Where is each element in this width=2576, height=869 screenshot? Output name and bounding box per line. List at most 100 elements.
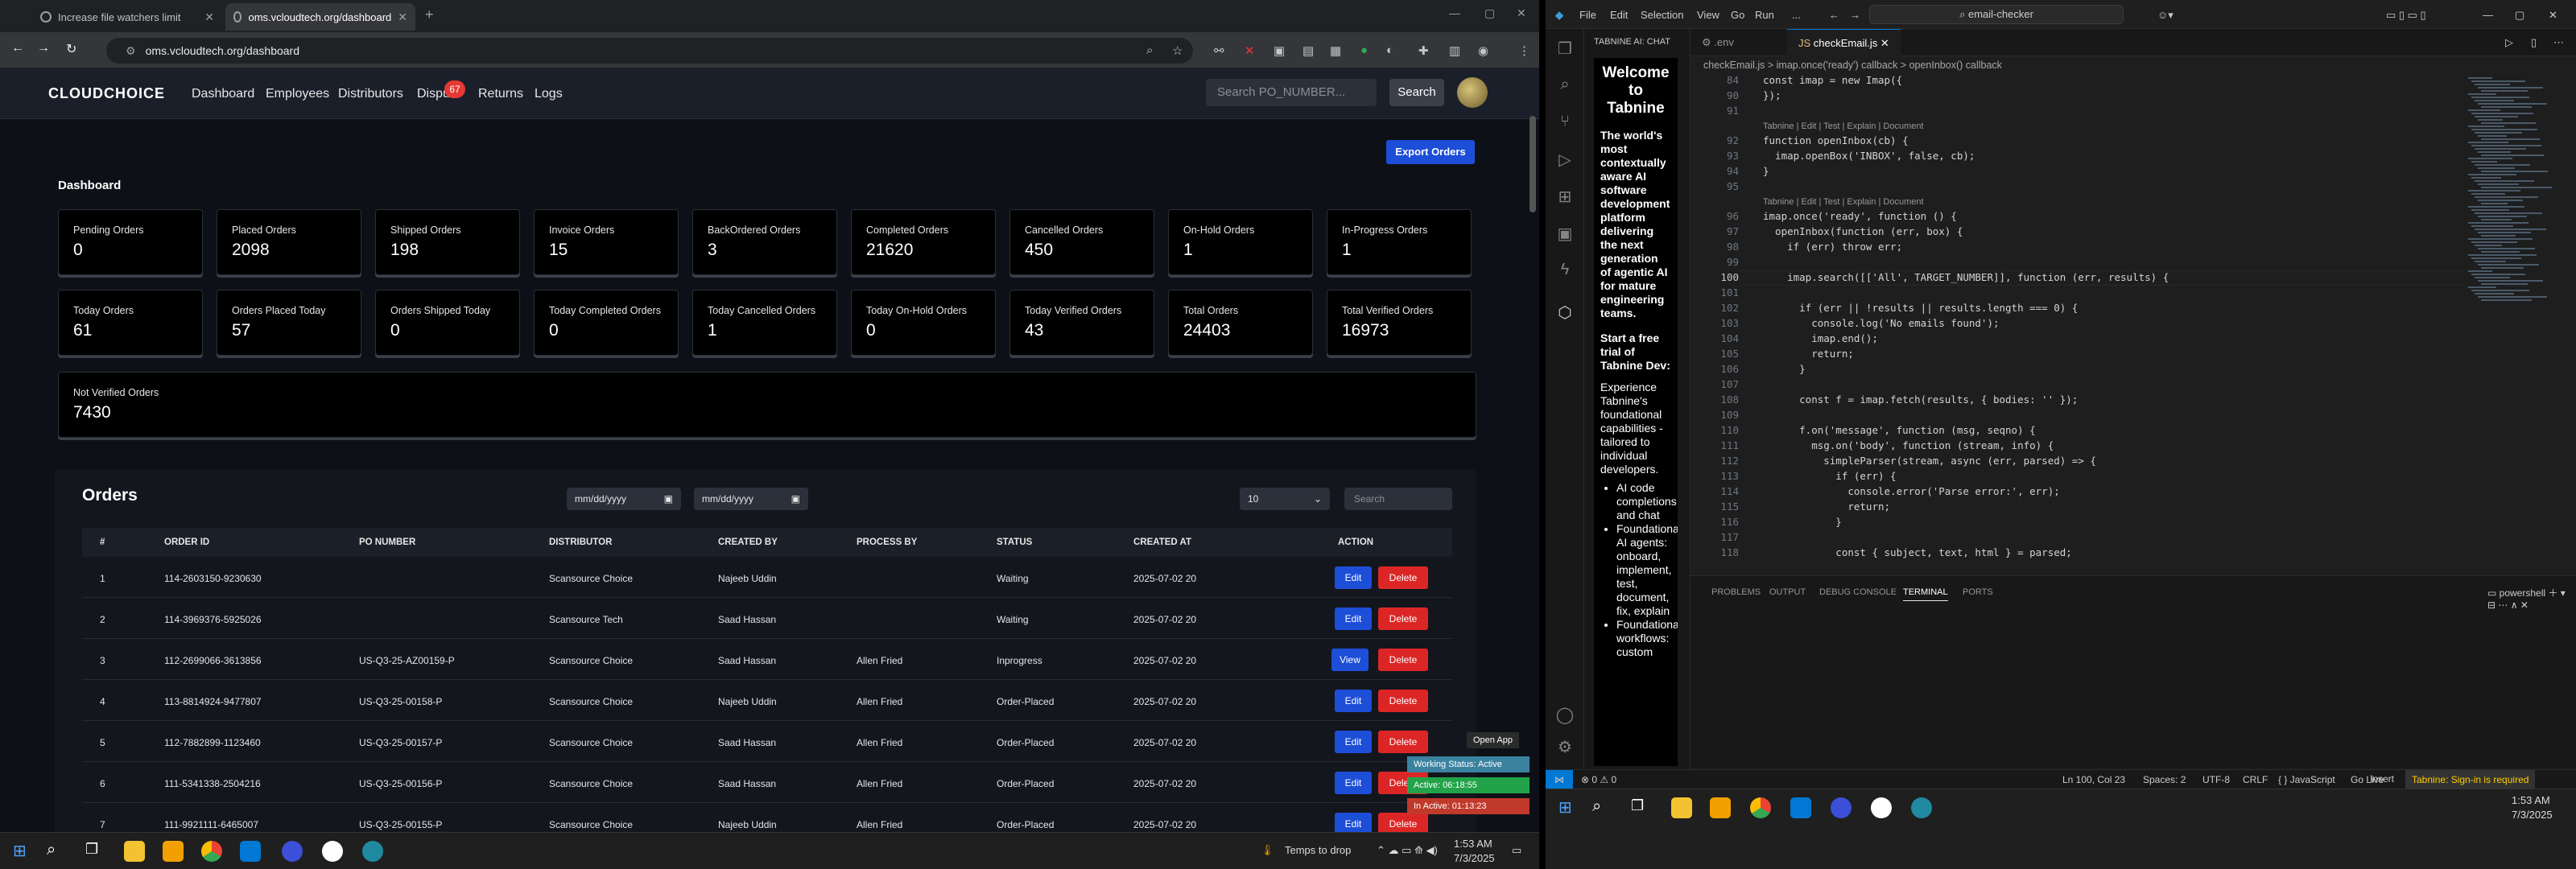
- menu-file[interactable]: File: [1579, 9, 1596, 21]
- edit-button[interactable]: Edit: [1335, 813, 1372, 832]
- panel-tab-output[interactable]: OUTPUT: [1769, 587, 1806, 597]
- app-icon[interactable]: [1871, 797, 1892, 818]
- bookmark-star-icon[interactable]: ☆: [1172, 43, 1183, 58]
- problems-count[interactable]: ⊗ 0 ⚠ 0: [1581, 774, 1616, 785]
- more-actions-icon[interactable]: ⋯: [2553, 36, 2564, 49]
- export-orders-button[interactable]: Export Orders: [1386, 140, 1475, 164]
- extensions-icon[interactable]: ⊞: [1555, 187, 1575, 206]
- reload-icon[interactable]: ↻: [66, 41, 76, 57]
- tray-icons[interactable]: ⌃ ☁ ▭ ⟰ ◀): [1377, 844, 1438, 857]
- panel-tab-terminal[interactable]: TERMINAL: [1903, 587, 1948, 601]
- search-icon[interactable]: ⌕: [1555, 76, 1575, 95]
- tabnine-icon[interactable]: ⬡: [1555, 303, 1575, 322]
- close-window-icon[interactable]: ✕: [1517, 6, 1526, 20]
- clock-time[interactable]: 1:53 AM: [2512, 794, 2550, 806]
- address-bar[interactable]: ⚙ oms.vcloudtech.org/dashboard: [106, 38, 1193, 64]
- chrome-icon[interactable]: [1750, 797, 1771, 818]
- nav-distributors[interactable]: Distributors: [338, 87, 403, 101]
- delete-button[interactable]: Delete: [1378, 731, 1428, 753]
- menu-view[interactable]: View: [1697, 9, 1719, 21]
- menu-selection[interactable]: Selection: [1641, 9, 1683, 21]
- windows-start-icon[interactable]: ⊞: [1558, 797, 1579, 818]
- chrome-icon[interactable]: [201, 841, 222, 862]
- vscode-icon[interactable]: [1790, 797, 1811, 818]
- task-view-icon[interactable]: ❐: [1631, 797, 1652, 818]
- breadcrumb[interactable]: checkEmail.js > imap.once('ready') callb…: [1703, 60, 2002, 71]
- app-icon[interactable]: [1911, 797, 1932, 818]
- extension-image-icon[interactable]: ▤: [1302, 43, 1314, 58]
- edit-button[interactable]: Edit: [1335, 772, 1372, 794]
- clock-time[interactable]: 1:53 AM: [1454, 838, 1492, 850]
- windows-start-icon[interactable]: ⊞: [13, 841, 34, 862]
- extension-chart-icon[interactable]: ▦: [1330, 43, 1341, 58]
- copilot-icon[interactable]: ☺▾: [2157, 9, 2174, 22]
- minimize-icon[interactable]: —: [1449, 6, 1460, 19]
- accounts-icon[interactable]: ◯: [1555, 705, 1575, 724]
- language-mode[interactable]: { } JavaScript: [2278, 774, 2335, 785]
- zoom-app-icon[interactable]: [282, 841, 303, 862]
- edit-button[interactable]: Edit: [1335, 607, 1372, 630]
- delete-button[interactable]: Delete: [1378, 690, 1428, 712]
- command-center[interactable]: ⌕ email-checker: [1869, 5, 2124, 24]
- zoom-app-icon[interactable]: [1831, 797, 1852, 818]
- explorer-icon[interactable]: ❐: [1555, 39, 1575, 58]
- menu-go[interactable]: Go: [1731, 9, 1744, 21]
- search-button[interactable]: Search: [1389, 79, 1444, 106]
- new-tab-button[interactable]: +: [425, 6, 434, 23]
- notification-icon[interactable]: ▭: [1512, 844, 1521, 857]
- settings-gear-icon[interactable]: ⚙: [1555, 737, 1575, 756]
- extensions-puzzle-icon[interactable]: ✚: [1418, 43, 1429, 58]
- eol[interactable]: CRLF: [2243, 774, 2268, 785]
- site-logo[interactable]: CLOUDCHOICE: [48, 85, 165, 102]
- run-icon[interactable]: ▷: [2505, 36, 2513, 49]
- date-from-input[interactable]: mm/dd/yyyy ▣: [567, 488, 681, 510]
- nav-forward-icon[interactable]: →: [1850, 9, 1860, 21]
- panel-tab-debug[interactable]: DEBUG CONSOLE: [1819, 587, 1897, 597]
- minimap[interactable]: [2463, 72, 2560, 575]
- profile-icon[interactable]: ◉: [1478, 43, 1488, 58]
- insert-mode[interactable]: Insert: [2370, 773, 2394, 785]
- edit-button[interactable]: Edit: [1335, 731, 1372, 753]
- cursor-position[interactable]: Ln 100, Col 23: [2062, 774, 2125, 785]
- close-icon[interactable]: ✕: [1880, 37, 1889, 49]
- calendar-icon[interactable]: ▣: [791, 493, 800, 505]
- maximize-icon[interactable]: ▢: [1484, 6, 1495, 20]
- calendar-icon[interactable]: ▣: [664, 493, 673, 505]
- menu-run[interactable]: Run: [1755, 9, 1774, 21]
- page-scrollbar[interactable]: [1530, 116, 1536, 212]
- tabnine-status[interactable]: Tabnine: Sign-in is required: [2405, 770, 2536, 789]
- run-debug-icon[interactable]: ▷: [1555, 150, 1575, 169]
- minimize-icon[interactable]: —: [2483, 9, 2493, 21]
- vscode-icon[interactable]: [240, 841, 261, 862]
- tab-env[interactable]: ⚙ .env: [1690, 29, 1745, 56]
- file-explorer-icon[interactable]: [124, 841, 145, 862]
- encoding[interactable]: UTF-8: [2202, 774, 2230, 785]
- search-icon[interactable]: ⌕: [47, 841, 68, 862]
- store-icon[interactable]: [1710, 797, 1731, 818]
- menu-more[interactable]: ...: [1792, 9, 1801, 21]
- extension-icon[interactable]: ⚯: [1214, 43, 1224, 58]
- menu-kebab-icon[interactable]: ⋮: [1518, 43, 1530, 58]
- avatar[interactable]: [1457, 77, 1488, 108]
- tab-dashboard[interactable]: oms.vcloudtech.org/dashboard ✕: [225, 3, 415, 31]
- code-lens[interactable]: Tabnine | Edit | Test | Explain | Docume…: [1763, 121, 1924, 131]
- delete-button[interactable]: Delete: [1378, 607, 1428, 630]
- extension-shield-icon[interactable]: ●: [1360, 43, 1368, 57]
- extension-x-icon[interactable]: ✕: [1245, 43, 1255, 58]
- code-editor[interactable]: 84 const imap = new Imap({90}); 91 Tabnine …: [1690, 72, 2496, 575]
- indentation[interactable]: Spaces: 2: [2143, 774, 2186, 785]
- table-search-input[interactable]: Search: [1344, 488, 1452, 510]
- open-app-button[interactable]: Open App: [1467, 732, 1519, 748]
- app-icon[interactable]: [322, 841, 343, 862]
- site-info-icon[interactable]: ⚙: [126, 44, 136, 58]
- lightning-icon[interactable]: ϟ: [1555, 261, 1575, 280]
- layout-icon[interactable]: ▭ ▯ ▭ ▯: [2386, 9, 2426, 22]
- sidepanel-icon[interactable]: ▥: [1449, 43, 1460, 58]
- clock-date[interactable]: 7/3/2025: [2512, 809, 2553, 821]
- app-icon[interactable]: [362, 841, 383, 862]
- file-explorer-icon[interactable]: [1671, 797, 1692, 818]
- nav-logs[interactable]: Logs: [535, 87, 563, 101]
- close-icon[interactable]: ✕: [204, 10, 214, 24]
- task-view-icon[interactable]: ❐: [85, 841, 106, 862]
- view-button[interactable]: View: [1331, 649, 1368, 671]
